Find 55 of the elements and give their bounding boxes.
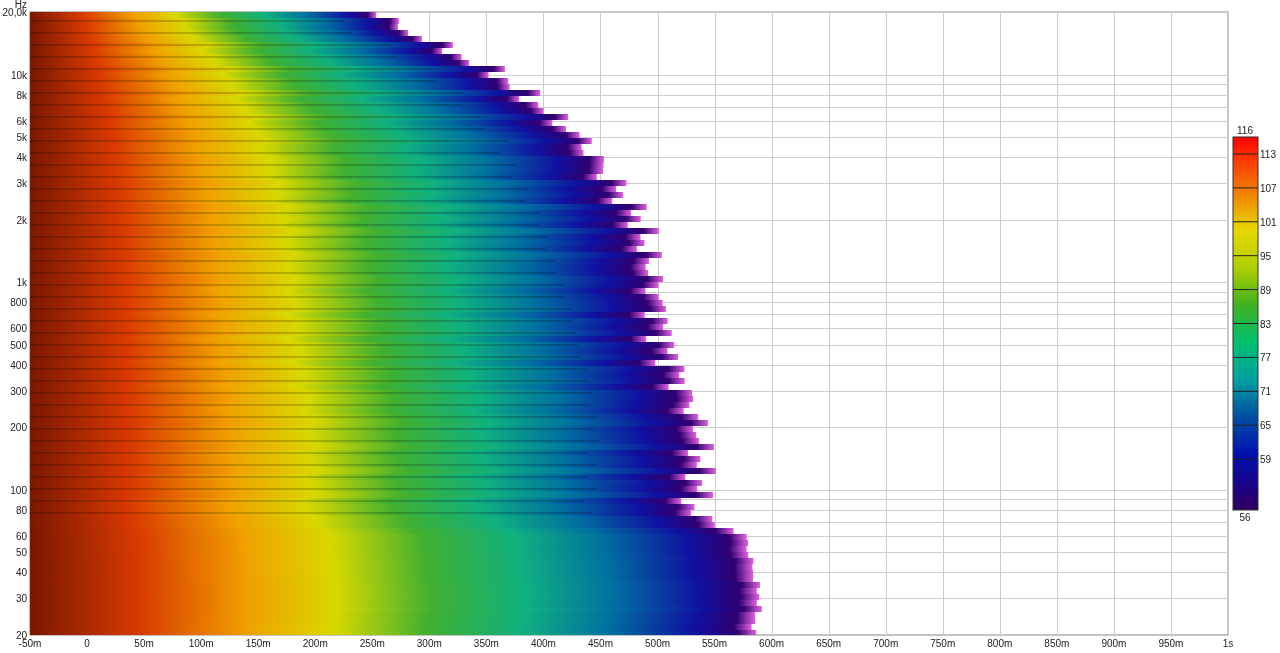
color-scale-label: 83 (1260, 318, 1272, 330)
y-tick-label: 3k (16, 178, 27, 190)
x-tick-label: 200m (302, 638, 328, 649)
x-tick-label: 250m (359, 638, 385, 649)
y-tick-label: 4k (16, 152, 27, 164)
y-tick-label: 200 (10, 422, 27, 434)
x-tick-label: 800m (987, 638, 1013, 649)
x-tick-label: 600m (759, 638, 785, 649)
y-tick-label: 10k (10, 69, 27, 81)
color-scale-label: 101 (1260, 216, 1277, 228)
x-tick-label: 400m (530, 638, 556, 649)
x-tick-label: 0 (84, 638, 90, 649)
x-tick-label: 500m (645, 638, 671, 649)
x-tick-label: 650m (816, 638, 842, 649)
color-scale-label: 59 (1260, 454, 1272, 466)
y-tick-label: 500 (10, 339, 27, 351)
x-tick-label: 350m (473, 638, 499, 649)
color-scale-label: 65 (1260, 420, 1272, 432)
x-tick-label: 50m (134, 638, 154, 649)
x-tick-label: 450m (587, 638, 613, 649)
y-tick-label: 600 (10, 323, 27, 335)
y-tick-label: 40 (15, 567, 27, 579)
color-scale-max: 116 (1237, 125, 1253, 136)
x-tick-label: 550m (702, 638, 728, 649)
y-tick-label: 20 (15, 630, 27, 641)
x-tick-label: 300m (416, 638, 442, 649)
y-tick-label: 80 (15, 504, 27, 516)
x-tick-label: 950m (1158, 638, 1184, 649)
y-tick-label: 30 (15, 593, 27, 605)
x-tick-label: 850m (1044, 638, 1070, 649)
x-tick-label: 100m (188, 638, 214, 649)
y-tick-label: 50 (15, 547, 27, 559)
x-tick-label: 750m (930, 638, 956, 649)
y-tick-label: 5k (16, 132, 27, 144)
y-tick-label: 8k (16, 89, 27, 101)
y-tick-label: 1k (16, 277, 27, 289)
y-tick-label: 800 (10, 297, 27, 309)
color-scale-label: 95 (1260, 250, 1272, 262)
y-tick-label: 300 (10, 385, 27, 397)
color-scale-label: 89 (1260, 284, 1272, 296)
y-tick-label: 100 (10, 484, 27, 496)
color-scale-label: 113 (1260, 148, 1276, 160)
x-tick-label: -50m (18, 638, 42, 649)
color-scale-label: 107 (1260, 182, 1277, 194)
x-tick-label: 1s (1222, 638, 1234, 649)
color-scale-min: 56 (1239, 512, 1251, 523)
y-tick-label: 400 (10, 359, 27, 371)
x-tick-label: 150m (245, 638, 271, 649)
y-tick-label: 2k (16, 214, 27, 226)
x-tick-label: 700m (873, 638, 899, 649)
y-tick-label: 60 (15, 530, 27, 542)
x-tick-label: 900m (1101, 638, 1127, 649)
y-tick-label: 6k (16, 115, 27, 127)
color-scale-label: 77 (1260, 352, 1272, 364)
color-scale-label: 71 (1260, 386, 1272, 398)
